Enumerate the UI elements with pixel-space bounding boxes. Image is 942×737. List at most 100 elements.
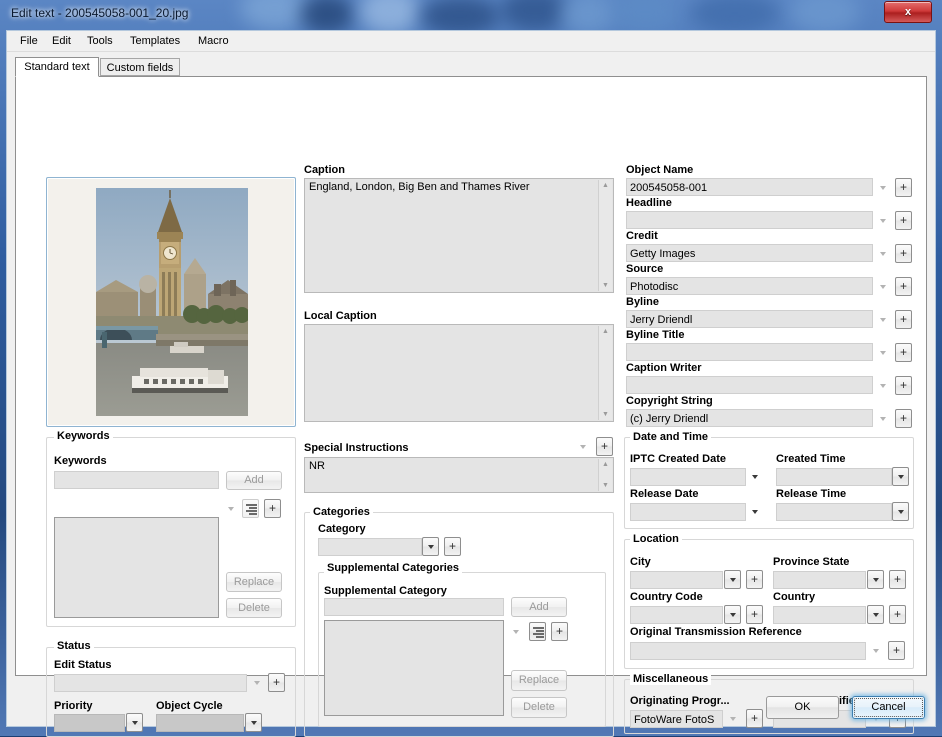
object-cycle-input[interactable] xyxy=(156,714,244,732)
byline-dropdown-button[interactable] xyxy=(874,310,891,329)
iptc-created-date-input[interactable] xyxy=(630,468,746,486)
scroll-up-icon[interactable]: ▲ xyxy=(599,326,612,337)
release-date-input[interactable] xyxy=(630,503,746,521)
scroll-up-icon[interactable]: ▲ xyxy=(599,459,612,470)
scroll-down-icon[interactable]: ▼ xyxy=(599,409,612,420)
created-time-dropdown-button[interactable] xyxy=(892,467,909,486)
country-input[interactable] xyxy=(773,606,866,624)
release-date-dropdown-button[interactable] xyxy=(746,502,763,521)
otr-dropdown-button[interactable] xyxy=(867,641,884,660)
ok-button[interactable]: OK xyxy=(766,696,839,719)
iptc-created-date-dropdown-button[interactable] xyxy=(746,467,763,486)
special-instructions-add-icon[interactable]: + xyxy=(596,437,613,456)
byline-input[interactable]: Jerry Driendl xyxy=(626,310,873,328)
scroll-down-icon[interactable]: ▼ xyxy=(599,480,612,491)
originating-program-add-icon[interactable]: + xyxy=(746,709,763,728)
copyright-string-add-icon[interactable]: + xyxy=(895,409,912,428)
source-add-icon[interactable]: + xyxy=(895,277,912,296)
caption-writer-input[interactable] xyxy=(626,376,873,394)
source-input[interactable]: Photodisc xyxy=(626,277,873,295)
city-dropdown-button[interactable] xyxy=(724,570,741,589)
tab-standard-text[interactable]: Standard text xyxy=(15,57,99,77)
province-state-dropdown-button[interactable] xyxy=(867,570,884,589)
supplemental-add-icon[interactable]: + xyxy=(551,622,568,641)
credit-add-icon[interactable]: + xyxy=(895,244,912,263)
object-name-dropdown-button[interactable] xyxy=(874,178,891,197)
local-caption-scrollbar[interactable]: ▲ ▼ xyxy=(598,326,612,420)
province-state-add-icon[interactable]: + xyxy=(889,570,906,589)
category-input[interactable] xyxy=(318,538,422,556)
supplemental-replace-button[interactable]: Replace xyxy=(511,670,567,691)
local-caption-textarea[interactable]: ▲ ▼ xyxy=(304,324,614,422)
supplemental-delete-button[interactable]: Delete xyxy=(511,697,567,718)
headline-input[interactable] xyxy=(626,211,873,229)
titlebar[interactable]: Edit text - 200545058-001_20.jpg x xyxy=(0,0,942,30)
caption-writer-dropdown-button[interactable] xyxy=(874,376,891,395)
originating-program-dropdown-button[interactable] xyxy=(724,709,741,728)
country-code-add-icon[interactable]: + xyxy=(746,605,763,624)
province-state-input[interactable] xyxy=(773,571,866,589)
headline-add-icon[interactable]: + xyxy=(895,211,912,230)
keywords-delete-button[interactable]: Delete xyxy=(226,598,282,618)
copyright-string-input[interactable]: (c) Jerry Driendl xyxy=(626,409,873,427)
edit-status-dropdown-button[interactable] xyxy=(248,673,265,692)
credit-input[interactable]: Getty Images xyxy=(626,244,873,262)
special-instructions-dropdown-button[interactable] xyxy=(574,437,591,456)
keywords-add-button[interactable]: Add xyxy=(226,471,282,490)
menu-edit[interactable]: Edit xyxy=(47,34,76,49)
keywords-input[interactable] xyxy=(54,471,219,489)
originating-program-input[interactable]: FotoWare FotoS xyxy=(630,710,723,728)
priority-input[interactable] xyxy=(54,714,125,732)
keywords-dropdown-button[interactable] xyxy=(222,499,239,518)
object-cycle-dropdown-button[interactable] xyxy=(245,713,262,732)
image-preview[interactable] xyxy=(46,177,296,427)
keywords-list[interactable] xyxy=(54,517,219,618)
country-dropdown-button[interactable] xyxy=(867,605,884,624)
supplemental-category-input[interactable] xyxy=(324,598,504,616)
tab-custom-fields[interactable]: Custom fields xyxy=(100,58,180,76)
special-instructions-scrollbar[interactable]: ▲ ▼ xyxy=(598,459,612,491)
original-transmission-reference-input[interactable] xyxy=(630,642,866,660)
object-name-add-icon[interactable]: + xyxy=(895,178,912,197)
copyright-string-dropdown-button[interactable] xyxy=(874,409,891,428)
category-add-icon[interactable]: + xyxy=(444,537,461,556)
byline-title-add-icon[interactable]: + xyxy=(895,343,912,362)
scroll-down-icon[interactable]: ▼ xyxy=(599,280,612,291)
release-time-input[interactable] xyxy=(776,503,892,521)
scroll-up-icon[interactable]: ▲ xyxy=(599,180,612,191)
source-dropdown-button[interactable] xyxy=(874,277,891,296)
supplemental-categories-list[interactable] xyxy=(324,620,504,716)
close-icon[interactable]: x xyxy=(884,1,932,23)
otr-add-icon[interactable]: + xyxy=(888,641,905,660)
menu-file[interactable]: File xyxy=(15,34,43,49)
cancel-button[interactable]: Cancel xyxy=(852,696,925,719)
caption-scrollbar[interactable]: ▲ ▼ xyxy=(598,180,612,291)
release-time-dropdown-button[interactable] xyxy=(892,502,909,521)
supplemental-dropdown-button[interactable] xyxy=(507,622,524,641)
credit-dropdown-button[interactable] xyxy=(874,244,891,263)
menu-tools[interactable]: Tools xyxy=(82,34,118,49)
byline-title-dropdown-button[interactable] xyxy=(874,343,891,362)
country-code-input[interactable] xyxy=(630,606,723,624)
special-instructions-textarea[interactable]: NR ▲ ▼ xyxy=(304,457,614,493)
edit-status-input[interactable] xyxy=(54,674,247,692)
priority-dropdown-button[interactable] xyxy=(126,713,143,732)
supplemental-add-button[interactable]: Add xyxy=(511,597,567,617)
byline-add-icon[interactable]: + xyxy=(895,310,912,329)
edit-status-add-icon[interactable]: + xyxy=(268,673,285,692)
keywords-sort-icon[interactable] xyxy=(242,499,259,518)
menu-templates[interactable]: Templates xyxy=(125,34,185,49)
country-code-dropdown-button[interactable] xyxy=(724,605,741,624)
country-add-icon[interactable]: + xyxy=(889,605,906,624)
category-dropdown-button[interactable] xyxy=(422,537,439,556)
menu-macro[interactable]: Macro xyxy=(193,34,234,49)
caption-textarea[interactable]: England, London, Big Ben and Thames Rive… xyxy=(304,178,614,293)
caption-writer-add-icon[interactable]: + xyxy=(895,376,912,395)
city-add-icon[interactable]: + xyxy=(746,570,763,589)
keywords-add-icon[interactable]: + xyxy=(264,499,281,518)
object-name-input[interactable]: 200545058-001 xyxy=(626,178,873,196)
city-input[interactable] xyxy=(630,571,723,589)
byline-title-input[interactable] xyxy=(626,343,873,361)
supplemental-sort-icon[interactable] xyxy=(529,622,546,641)
headline-dropdown-button[interactable] xyxy=(874,211,891,230)
